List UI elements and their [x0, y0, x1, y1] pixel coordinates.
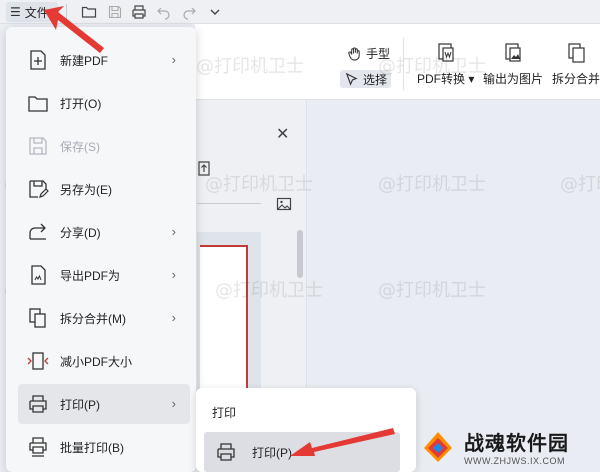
site-logo: 战魂软件园 WWW.ZHJWS.IX.COM	[418, 420, 600, 472]
watermark: @打印机卫士	[378, 174, 486, 195]
chevron-right-icon: ›	[171, 267, 176, 282]
watermark: @打印机卫士	[378, 280, 486, 301]
undo-icon[interactable]	[155, 3, 173, 21]
split-merge-ribbon-button[interactable]: 拆分合并	[552, 42, 600, 87]
batch-print-icon	[24, 433, 52, 461]
share-icon	[24, 218, 52, 246]
print-submenu: 打印 打印(P)	[196, 388, 416, 472]
menu-item-export-pdf[interactable]: 导出PDF为 ›	[18, 255, 190, 295]
export-image-icon	[505, 43, 521, 62]
chevron-right-icon: ›	[171, 52, 176, 67]
page-thumbnail[interactable]	[200, 245, 248, 395]
panel-divider	[197, 203, 261, 204]
chevron-right-icon: ›	[171, 224, 176, 239]
save-as-icon	[24, 175, 52, 203]
chevron-right-icon: ›	[171, 310, 176, 325]
print-icon[interactable]	[130, 3, 148, 21]
close-icon[interactable]: ✕	[276, 124, 289, 144]
split-merge-ribbon-icon	[568, 43, 585, 63]
menu-item-save-as[interactable]: 另存为(E)	[18, 169, 190, 209]
menu-item-batch-print[interactable]: 批量打印(B)	[18, 427, 190, 467]
redo-icon[interactable]	[180, 3, 198, 21]
save-icon	[24, 132, 52, 160]
menu-item-split-merge[interactable]: 拆分合并(M) ›	[18, 298, 190, 338]
hand-icon	[348, 46, 360, 61]
file-menu-button[interactable]: ☰ 文件	[6, 2, 58, 22]
compress-icon	[24, 347, 52, 375]
open-folder-icon[interactable]	[80, 3, 98, 21]
menu-item-print[interactable]: 打印(P) ›	[18, 384, 190, 424]
title-toolbar: ☰ 文件	[0, 0, 600, 24]
watermark: @打印机卫士	[196, 56, 304, 77]
image-icon[interactable]	[276, 196, 292, 215]
new-pdf-icon	[24, 46, 52, 74]
menu-item-new-pdf[interactable]: 新建PDF ›	[18, 40, 190, 80]
logo-mark-icon	[424, 432, 452, 462]
scrollbar[interactable]	[297, 230, 303, 278]
menu-item-open[interactable]: 打开(O)	[18, 83, 190, 123]
hamburger-icon: ☰	[10, 5, 21, 19]
export-pdf-icon	[24, 261, 52, 289]
export-image-button[interactable]: 输出为图片	[483, 42, 543, 87]
cursor-icon	[345, 72, 358, 86]
logo-title: 战魂软件园	[464, 432, 569, 455]
watermark: @打印机卫士	[378, 56, 486, 77]
chevron-right-icon: ›	[171, 396, 176, 411]
save-icon[interactable]	[106, 3, 124, 21]
submenu-item-print[interactable]: 打印(P)	[204, 432, 400, 472]
printer-icon	[212, 438, 240, 466]
watermark: @打印机卫士	[560, 174, 600, 195]
menu-item-compress[interactable]: 减小PDF大小	[18, 341, 190, 381]
logo-url: WWW.ZHJWS.IX.COM	[464, 455, 565, 466]
submenu-title: 打印	[212, 406, 237, 420]
split-merge-ribbon-label: 拆分合并	[552, 72, 600, 86]
printer-icon	[24, 390, 52, 418]
split-merge-icon	[24, 304, 52, 332]
folder-icon	[24, 89, 52, 117]
toolbar-divider	[66, 4, 67, 20]
menu-item-share[interactable]: 分享(D) ›	[18, 212, 190, 252]
chevron-down-icon[interactable]	[206, 3, 224, 21]
file-menu-label: 文件	[24, 5, 49, 20]
export-image-label: 输出为图片	[483, 72, 544, 86]
file-menu: 新建PDF › 打开(O) 保存(S) 另存为(E) 分享(D) › 导出PDF…	[6, 27, 196, 472]
watermark: @打印机卫士	[205, 174, 313, 195]
watermark: @打印机卫士	[215, 280, 323, 301]
menu-item-save[interactable]: 保存(S)	[18, 126, 190, 166]
